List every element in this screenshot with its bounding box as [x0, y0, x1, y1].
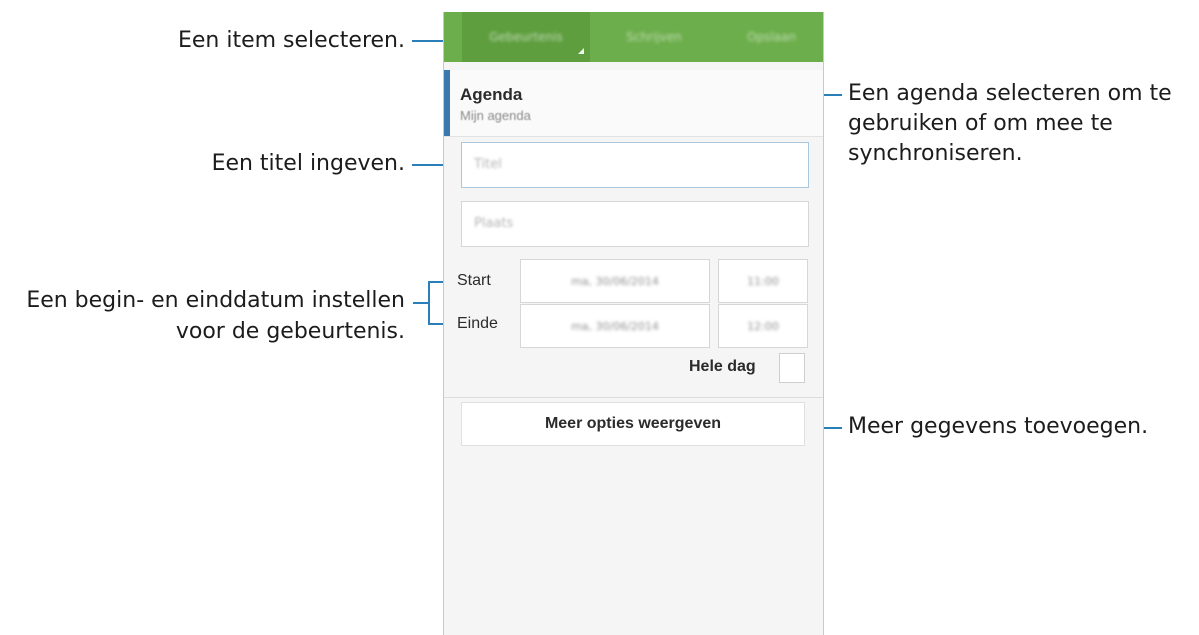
- callout-set-dates-2: voor de gebeurtenis.: [175, 319, 405, 344]
- end-label: Einde: [457, 315, 498, 332]
- more-options-label: Meer opties weergeven: [544, 415, 722, 432]
- callout-add-details: Meer gegevens toevoegen.: [848, 414, 1149, 439]
- tab-event[interactable]: Gebeurtenis: [462, 12, 590, 62]
- tab-write[interactable]: Schrijven: [604, 12, 704, 62]
- start-label: Start: [457, 272, 491, 289]
- phone-screen: Gebeurtenis Schrijven Opslaan Agenda Mij…: [443, 12, 824, 635]
- section-divider: [444, 397, 823, 398]
- start-time-field[interactable]: 11:00: [718, 259, 808, 303]
- end-date-field[interactable]: ma, 30/06/2014: [520, 304, 710, 348]
- calendar-subtitle: Mijn agenda: [460, 108, 531, 123]
- start-date-field[interactable]: ma, 30/06/2014: [520, 259, 710, 303]
- callout-set-dates-1: Een begin- en einddatum instellen: [26, 288, 405, 313]
- more-options-button[interactable]: Meer opties weergeven: [461, 402, 805, 446]
- end-time-value: 12:00: [747, 319, 779, 333]
- tab-save[interactable]: Opslaan: [724, 12, 819, 62]
- location-placeholder: Plaats: [474, 216, 514, 231]
- end-time-field[interactable]: 12:00: [718, 304, 808, 348]
- calendar-title: Agenda: [460, 85, 523, 104]
- tab-write-label: Schrijven: [626, 30, 682, 44]
- callout-select-calendar-1: Een agenda selecteren om te: [848, 81, 1172, 106]
- start-time-value: 11:00: [747, 274, 779, 288]
- title-placeholder: Titel: [474, 157, 502, 172]
- callout-select-item: Een item selecteren.: [177, 28, 405, 53]
- title-input[interactable]: Titel: [461, 142, 809, 188]
- start-date-value: ma, 30/06/2014: [571, 274, 659, 288]
- all-day-label: Hele dag: [689, 358, 756, 375]
- tab-bar: Gebeurtenis Schrijven Opslaan: [444, 12, 823, 62]
- calendar-selector[interactable]: Agenda Mijn agenda: [444, 70, 823, 137]
- callout-bracket-vertical: [428, 281, 430, 325]
- calendar-accent-bar: [444, 70, 450, 136]
- tab-event-label: Gebeurtenis: [489, 30, 563, 44]
- callout-enter-title: Een titel ingeven.: [211, 151, 405, 176]
- callout-bracket-stem: [413, 302, 428, 304]
- location-input[interactable]: Plaats: [461, 201, 809, 247]
- callout-select-calendar-3: synchroniseren.: [848, 141, 1023, 166]
- all-day-checkbox[interactable]: [779, 353, 805, 383]
- callout-select-calendar-2: gebruiken of om mee te: [848, 111, 1113, 136]
- dropdown-indicator-icon: [578, 48, 584, 54]
- tab-save-label: Opslaan: [747, 30, 796, 44]
- end-date-value: ma, 30/06/2014: [571, 319, 659, 333]
